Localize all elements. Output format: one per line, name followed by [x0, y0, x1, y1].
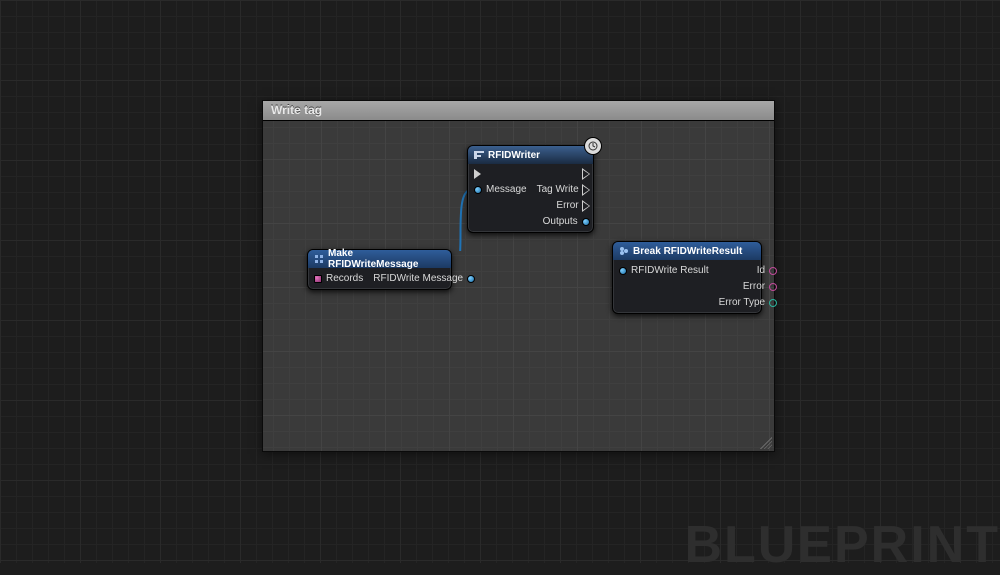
string-pin-icon — [769, 267, 777, 275]
pin-label: Id — [757, 265, 765, 276]
string-pin-icon — [769, 283, 777, 291]
blueprint-panel[interactable]: Write tag Make RFIDWriteMessage Records … — [262, 100, 775, 452]
clock-icon — [588, 141, 598, 151]
panel-title-bar[interactable]: Write tag — [263, 101, 774, 121]
pin-label: RFIDWrite Result — [631, 265, 709, 276]
pin-label: RFIDWrite Message — [373, 273, 463, 284]
watermark-text: BLUEPRINT — [684, 515, 1000, 575]
exec-pin-icon — [583, 185, 590, 195]
output-pin-error-type[interactable]: Error Type — [719, 297, 778, 308]
exec-pin-icon — [474, 169, 481, 179]
node-rfid-writer[interactable]: RFIDWriter Message — [467, 145, 594, 233]
struct-pin-icon — [582, 218, 590, 226]
node-break-rfid-write-result[interactable]: Break RFIDWriteResult RFIDWrite Result I… — [612, 241, 762, 314]
output-pin-error[interactable]: Error — [743, 281, 777, 292]
output-pin-outputs[interactable]: Outputs — [543, 216, 590, 227]
output-pin-id[interactable]: Id — [757, 265, 777, 276]
node-header[interactable]: Make RFIDWriteMessage — [308, 250, 451, 268]
node-title: Break RFIDWriteResult — [633, 246, 742, 257]
output-pin-rfid-message[interactable]: RFIDWrite Message — [373, 273, 475, 284]
struct-pin-icon — [474, 186, 482, 194]
input-pin-result[interactable]: RFIDWrite Result — [619, 265, 709, 276]
output-pin-error[interactable]: Error — [556, 200, 589, 211]
pin-label: Message — [486, 184, 527, 195]
array-pin-icon — [314, 275, 322, 283]
node-header[interactable]: RFIDWriter — [468, 146, 593, 164]
make-struct-icon — [314, 254, 324, 264]
pin-label: Tag Write — [537, 184, 579, 195]
input-pin-message[interactable]: Message — [474, 184, 527, 195]
output-pin-exec[interactable] — [579, 169, 590, 179]
node-make-rfid-write-message[interactable]: Make RFIDWriteMessage Records RFIDWrite … — [307, 249, 452, 290]
output-pin-tag-write[interactable]: Tag Write — [537, 184, 590, 195]
pin-label: Error — [743, 281, 765, 292]
exec-pin-icon — [583, 201, 590, 211]
pin-label: Error — [556, 200, 578, 211]
node-title: RFIDWriter — [488, 150, 540, 161]
pin-label: Records — [326, 273, 363, 284]
node-header[interactable]: Break RFIDWriteResult — [613, 242, 761, 260]
break-struct-icon — [619, 246, 629, 256]
latent-badge — [584, 137, 602, 155]
pin-label: Error Type — [719, 297, 766, 308]
struct-pin-icon — [467, 275, 475, 283]
exec-pin-icon — [583, 169, 590, 179]
struct-pin-icon — [619, 267, 627, 275]
enum-pin-icon — [769, 299, 777, 307]
input-pin-exec[interactable] — [474, 169, 527, 179]
pin-label: Outputs — [543, 216, 578, 227]
panel-title: Write tag — [271, 103, 322, 117]
function-icon — [474, 150, 484, 160]
input-pin-records[interactable]: Records — [314, 273, 363, 284]
node-title: Make RFIDWriteMessage — [328, 248, 445, 270]
resize-handle[interactable] — [760, 437, 772, 449]
